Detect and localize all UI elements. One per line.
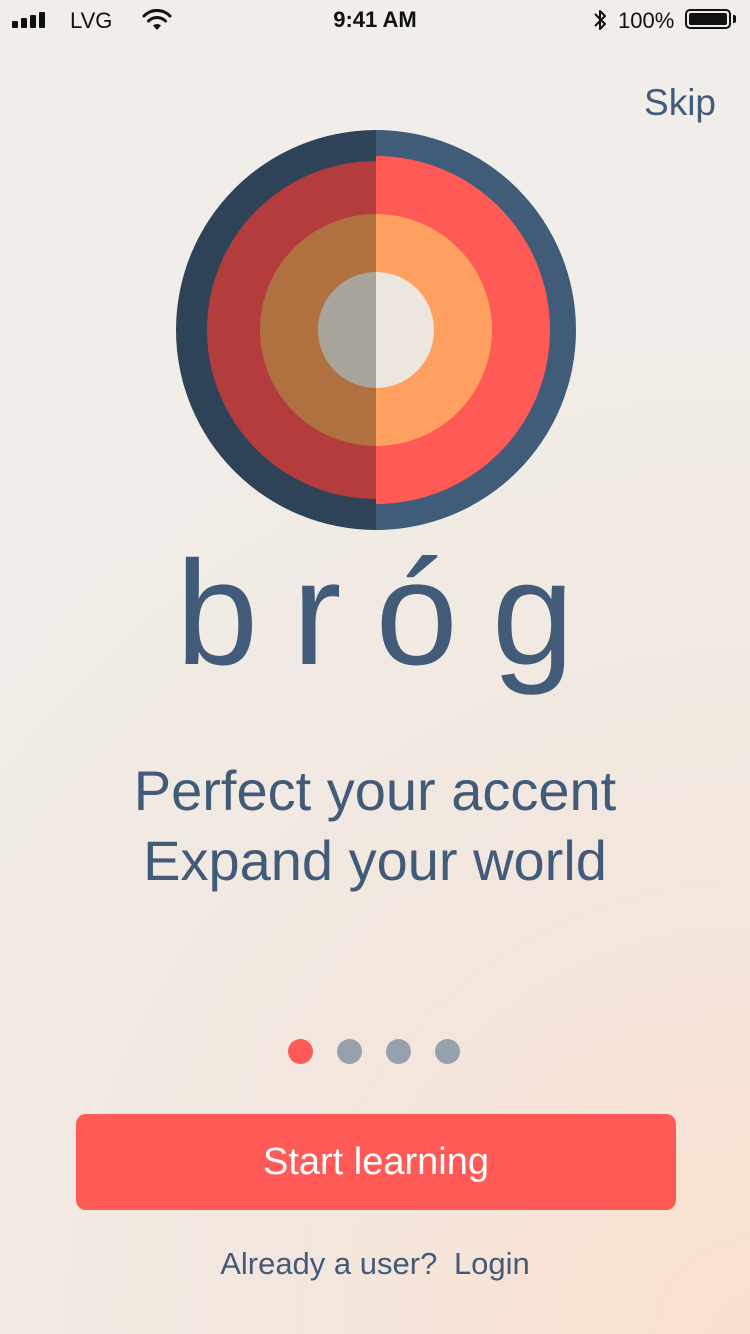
status-bar: LVG 9:41 AM 100%	[0, 0, 750, 40]
login-link[interactable]: Login	[454, 1246, 530, 1281]
battery-icon	[685, 9, 731, 29]
page-indicator	[288, 1039, 460, 1064]
page-dot-1[interactable]	[288, 1039, 313, 1064]
start-learning-button[interactable]: Start learning	[76, 1114, 676, 1210]
tagline-line-2: Expand your world	[143, 829, 607, 892]
skip-button[interactable]: Skip	[644, 82, 716, 124]
login-prompt: Already a user? Login	[0, 1246, 750, 1282]
brog-logo-icon	[176, 130, 576, 530]
page-dot-2[interactable]	[337, 1039, 362, 1064]
already-user-text: Already a user?	[220, 1246, 438, 1281]
battery-cap	[733, 15, 736, 23]
brand-wordmark: bróg	[175, 531, 609, 696]
page-dot-4[interactable]	[435, 1039, 460, 1064]
battery-percentage: 100%	[618, 8, 675, 33]
page-dot-3[interactable]	[386, 1039, 411, 1064]
tagline-line-1: Perfect your accent	[133, 759, 617, 822]
bluetooth-icon	[594, 10, 606, 30]
